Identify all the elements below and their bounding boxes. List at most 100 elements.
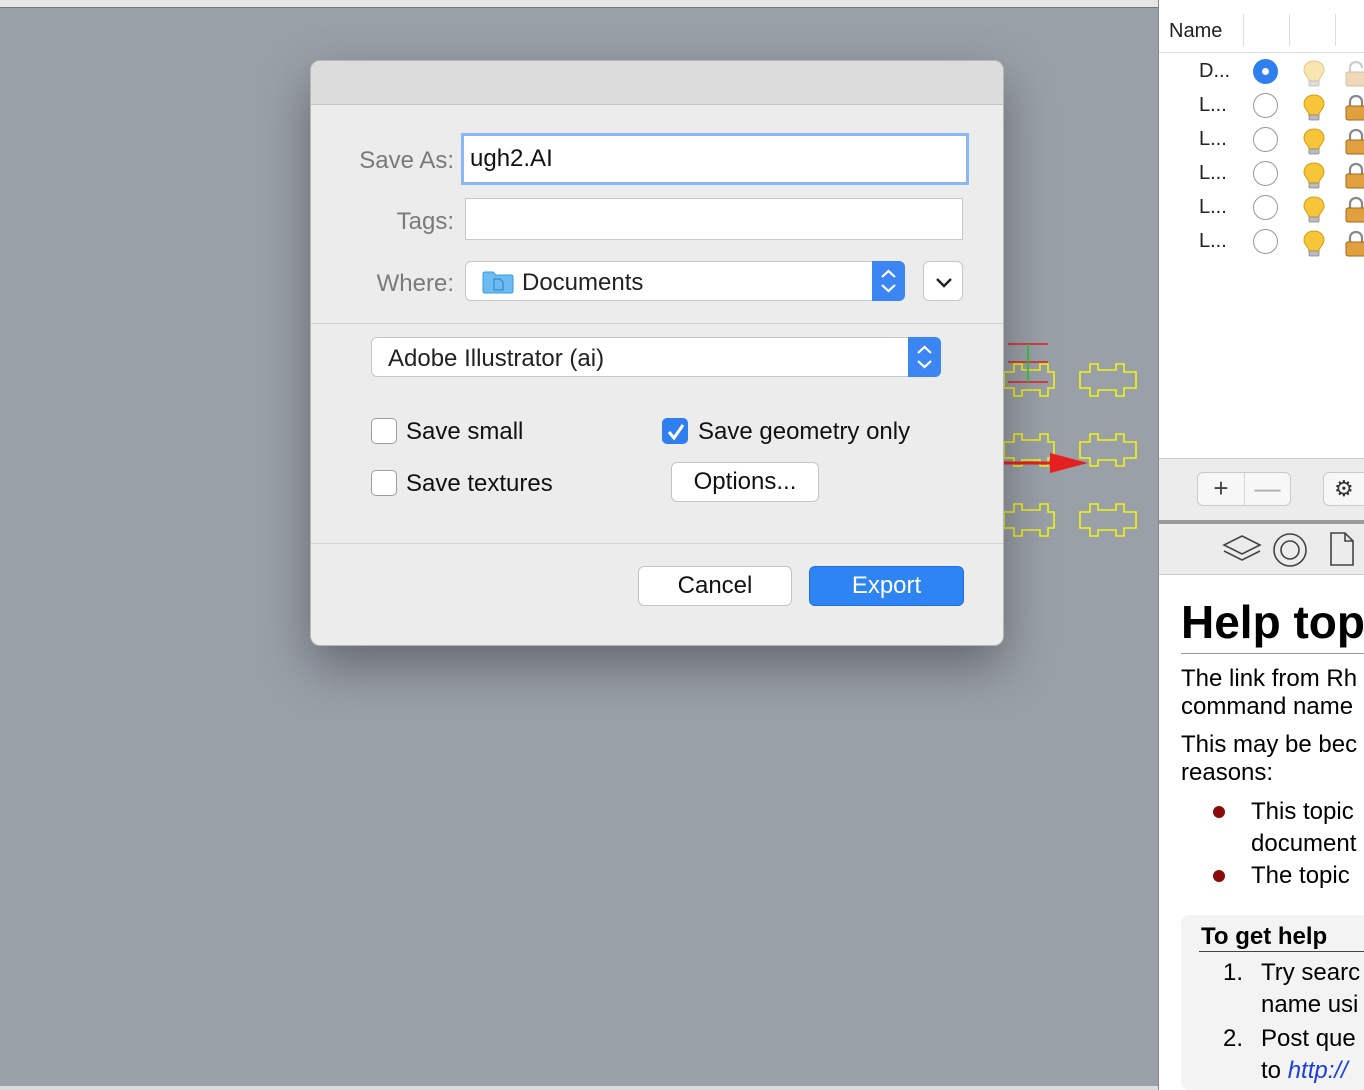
visibility-bulb-icon[interactable]	[1299, 228, 1329, 263]
visibility-bulb-icon[interactable]	[1299, 92, 1329, 127]
column-separator	[1335, 14, 1336, 46]
layer-row[interactable]: D...	[1159, 56, 1364, 90]
octagon-shape	[1079, 433, 1137, 467]
title-rule	[1181, 653, 1364, 654]
box-heading-rule	[1199, 951, 1364, 952]
octagon-shape	[1003, 433, 1055, 467]
current-layer-radio[interactable]	[1253, 59, 1278, 84]
expand-button[interactable]	[923, 261, 963, 301]
viewport-geometry[interactable]	[1000, 330, 1158, 580]
dialog-titlebar[interactable]	[311, 61, 1003, 105]
separator	[311, 543, 1003, 544]
add-remove-buttons: + —	[1197, 472, 1291, 506]
layers-header: Name	[1159, 8, 1364, 53]
layer-row[interactable]: L...	[1159, 158, 1364, 192]
visibility-bulb-icon[interactable]	[1299, 194, 1329, 229]
layers-toolbar: + — ⚙	[1159, 458, 1364, 523]
lock-icon[interactable]	[1343, 94, 1364, 127]
where-stepper-icon	[872, 261, 905, 301]
add-layer-button[interactable]: +	[1198, 473, 1244, 505]
octagon-shape	[1079, 363, 1137, 397]
bullet-icon	[1213, 806, 1225, 818]
column-separator	[1243, 14, 1244, 46]
remove-layer-button[interactable]: —	[1244, 473, 1290, 505]
visibility-bulb-icon[interactable]	[1299, 160, 1329, 195]
layer-name[interactable]: L...	[1199, 94, 1227, 117]
get-help-box: To get help 1. Try searc name usi 2. Post…	[1181, 915, 1364, 1090]
lock-icon[interactable]	[1343, 162, 1364, 195]
separator	[311, 323, 1003, 324]
gear-icon: ⚙	[1334, 476, 1354, 501]
lock-icon[interactable]	[1343, 196, 1364, 229]
visibility-bulb-icon[interactable]	[1299, 58, 1329, 93]
layer-name[interactable]: L...	[1199, 196, 1227, 219]
layers-tab-icon[interactable]	[1221, 532, 1263, 566]
layer-row[interactable]: L...	[1159, 124, 1364, 158]
top-toolbar	[0, 0, 1158, 8]
save-geometry-checkbox[interactable]	[662, 418, 688, 444]
format-value: Adobe Illustrator (ai)	[388, 345, 605, 372]
layer-row[interactable]: L...	[1159, 192, 1364, 226]
lock-icon[interactable]	[1343, 128, 1364, 161]
properties-tab-icon[interactable]	[1271, 532, 1309, 568]
current-layer-radio[interactable]	[1253, 127, 1278, 152]
arrow-head	[1050, 453, 1088, 473]
layer-name[interactable]: D...	[1199, 60, 1230, 83]
column-separator	[1289, 14, 1290, 46]
visibility-bulb-icon[interactable]	[1299, 126, 1329, 161]
document-tab-icon[interactable]	[1327, 530, 1357, 568]
chevron-down-icon	[936, 278, 952, 288]
save-geometry-label[interactable]: Save geometry only	[698, 418, 910, 446]
save-textures-checkbox[interactable]	[371, 470, 397, 496]
step-2-text: Post que to http://	[1261, 1025, 1356, 1084]
cancel-button[interactable]: Cancel	[638, 566, 792, 606]
box-heading: To get help	[1201, 923, 1328, 950]
step-number: 1.	[1223, 959, 1244, 986]
help-paragraph-1: The link from Rh command name	[1181, 665, 1358, 720]
help-title: Help top	[1181, 596, 1364, 648]
octagon-shape	[1079, 503, 1137, 537]
checkmark-icon	[667, 424, 685, 441]
layer-name[interactable]: L...	[1199, 230, 1227, 253]
current-layer-radio[interactable]	[1253, 161, 1278, 186]
save-as-field[interactable]	[461, 133, 969, 185]
help-link[interactable]: http://	[1288, 1057, 1348, 1084]
layer-name[interactable]: L...	[1199, 128, 1227, 151]
options-button[interactable]: Options...	[671, 462, 819, 502]
status-bar	[0, 1086, 1158, 1090]
where-value: Documents	[522, 269, 644, 296]
export-button[interactable]: Export	[809, 566, 964, 606]
lock-icon[interactable]	[1343, 230, 1364, 263]
bullet-item-1: This topic document	[1251, 798, 1357, 857]
layer-row[interactable]: L...	[1159, 90, 1364, 124]
help-paragraph-2: This may be bec reasons:	[1181, 731, 1358, 786]
step-1-text: Try searc name usi	[1261, 959, 1361, 1018]
save-textures-label[interactable]: Save textures	[406, 470, 553, 498]
column-name[interactable]: Name	[1169, 20, 1222, 43]
export-dialog: Save As: Tags: Where: Documents Adobe Il…	[310, 60, 1004, 646]
current-layer-radio[interactable]	[1253, 195, 1278, 220]
format-stepper-icon	[908, 337, 941, 377]
panel-tabs	[1159, 524, 1364, 575]
step-number: 2.	[1223, 1025, 1244, 1052]
tags-field[interactable]	[465, 198, 963, 240]
format-popup[interactable]: Adobe Illustrator (ai)	[371, 337, 941, 377]
layer-name[interactable]: L...	[1199, 162, 1227, 185]
help-panel: Help top The link from Rh command name Th…	[1159, 575, 1364, 1090]
tags-label: Tags:	[396, 208, 454, 235]
layers-panel: Name D... L... L... L... L... L...	[1159, 0, 1364, 458]
layer-row[interactable]: L...	[1159, 226, 1364, 260]
right-panel: Name D... L... L... L... L... L... + — ⚙ Help…	[1158, 0, 1364, 1090]
bullet-icon	[1213, 870, 1225, 882]
save-small-checkbox[interactable]	[371, 418, 397, 444]
lock-icon[interactable]	[1343, 60, 1364, 93]
bullet-item-2: The topic	[1251, 862, 1350, 889]
current-layer-radio[interactable]	[1253, 93, 1278, 118]
save-small-label[interactable]: Save small	[406, 418, 523, 446]
octagon-shape	[1003, 503, 1055, 537]
current-layer-radio[interactable]	[1253, 229, 1278, 254]
folder-icon	[482, 271, 514, 294]
octagon-shape	[1003, 363, 1055, 397]
where-popup[interactable]: Documents	[465, 261, 905, 301]
layer-options-button[interactable]: ⚙	[1323, 472, 1364, 506]
